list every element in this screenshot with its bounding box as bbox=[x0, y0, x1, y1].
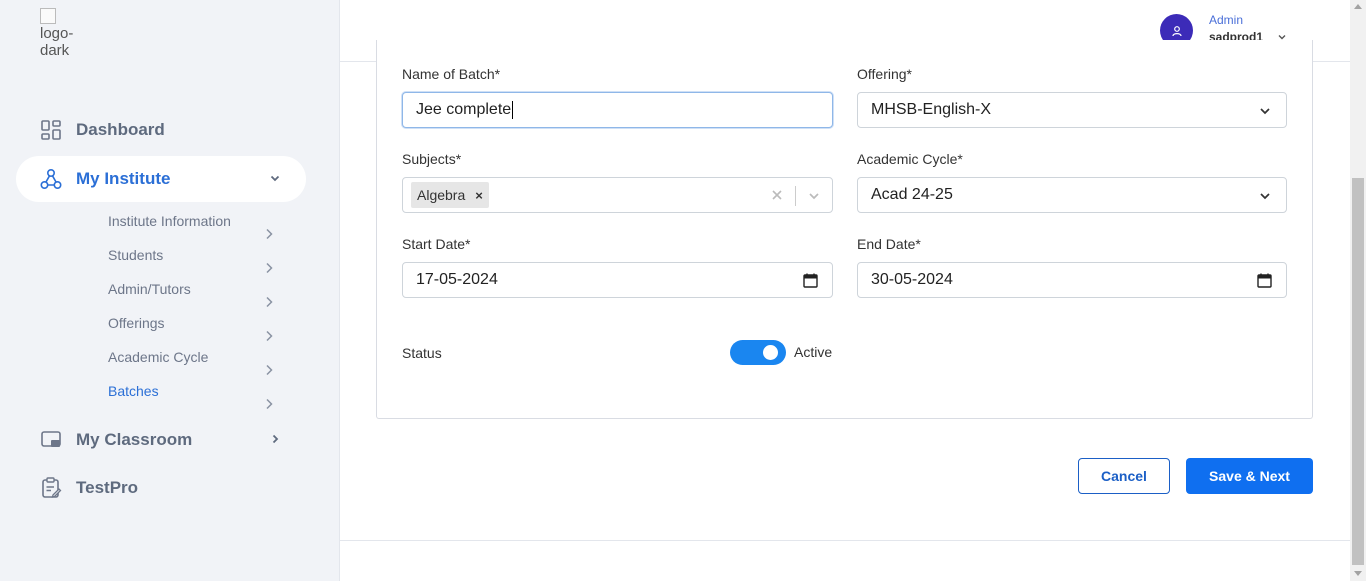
separator bbox=[795, 186, 796, 206]
status-label: Status bbox=[402, 345, 442, 361]
sidebar-item-testpro[interactable]: TestPro bbox=[16, 465, 306, 511]
chevron-right-icon[interactable] bbox=[263, 227, 275, 241]
chevron-right-icon[interactable] bbox=[263, 295, 275, 309]
sidebar-item-label: Dashboard bbox=[76, 120, 165, 139]
sidebar-subitem-institute-information[interactable]: Institute Information bbox=[108, 213, 231, 229]
logo-alt-text: logo-dark bbox=[40, 25, 74, 56]
footer-divider bbox=[340, 540, 1350, 541]
broken-image-icon bbox=[40, 8, 56, 24]
cancel-button[interactable]: Cancel bbox=[1078, 458, 1170, 494]
sidebar-item-my-classroom[interactable]: My Classroom bbox=[16, 417, 306, 463]
chevron-right-icon bbox=[272, 434, 279, 444]
sidebar-item-dashboard[interactable]: Dashboard bbox=[16, 107, 306, 153]
batch-name-label: Name of Batch* bbox=[402, 66, 501, 82]
sidebar: logo-dark Dashboard My Institute Institu… bbox=[0, 0, 340, 581]
batch-name-value: Jee complete bbox=[416, 101, 512, 118]
sidebar-subitem-students[interactable]: Students bbox=[108, 247, 163, 263]
chevron-right-icon[interactable] bbox=[263, 397, 275, 411]
sidebar-subitem-offerings[interactable]: Offerings bbox=[108, 315, 165, 331]
scroll-down-icon[interactable] bbox=[1354, 571, 1362, 576]
chevron-right-icon[interactable] bbox=[263, 261, 275, 275]
start-date-label: Start Date* bbox=[402, 236, 471, 252]
toggle-knob bbox=[763, 345, 778, 360]
user-icon bbox=[1171, 25, 1182, 36]
offering-value: MHSB-English-X bbox=[871, 101, 992, 118]
status-toggle[interactable] bbox=[730, 340, 786, 365]
end-date-input[interactable]: 30-05-2024 bbox=[857, 262, 1287, 298]
chevron-down-icon bbox=[1260, 108, 1270, 115]
batch-name-input[interactable]: Jee complete bbox=[402, 92, 833, 128]
text-cursor bbox=[512, 101, 514, 119]
sidebar-subitem-academic-cycle[interactable]: Academic Cycle bbox=[108, 349, 208, 365]
sidebar-item-label: My Institute bbox=[76, 169, 171, 188]
subjects-label: Subjects* bbox=[402, 151, 462, 167]
chevron-right-icon[interactable] bbox=[263, 329, 275, 343]
chevron-right-icon[interactable] bbox=[263, 363, 275, 377]
start-date-value: 17-05-2024 bbox=[416, 271, 498, 288]
offering-select[interactable]: MHSB-English-X bbox=[857, 92, 1287, 128]
page-scrollbar[interactable] bbox=[1350, 0, 1366, 581]
sidebar-subitem-admin-tutors[interactable]: Admin/Tutors bbox=[108, 281, 191, 297]
offering-label: Offering* bbox=[857, 66, 912, 82]
sidebar-item-my-institute[interactable]: My Institute bbox=[16, 156, 306, 202]
calendar-icon[interactable] bbox=[1257, 273, 1272, 288]
academic-cycle-select[interactable]: Acad 24-25 bbox=[857, 177, 1287, 213]
start-date-input[interactable]: 17-05-2024 bbox=[402, 262, 833, 298]
remove-tag-icon[interactable]: × bbox=[475, 188, 483, 203]
sidebar-subitem-batches[interactable]: Batches bbox=[108, 383, 159, 399]
scroll-up-icon[interactable] bbox=[1354, 4, 1362, 9]
dashboard-grid-icon bbox=[41, 120, 61, 140]
subject-tag-label: Algebra bbox=[417, 187, 466, 203]
status-value: Active bbox=[794, 344, 833, 360]
academic-cycle-value: Acad 24-25 bbox=[871, 186, 953, 203]
end-date-value: 30-05-2024 bbox=[871, 271, 953, 288]
classroom-icon bbox=[41, 431, 61, 447]
calendar-icon[interactable] bbox=[803, 273, 818, 288]
sidebar-item-label: TestPro bbox=[76, 478, 139, 497]
chevron-down-icon[interactable] bbox=[807, 189, 821, 203]
subject-tag: Algebra × bbox=[411, 182, 489, 208]
subjects-multiselect[interactable]: Algebra × bbox=[402, 177, 833, 213]
end-date-label: End Date* bbox=[857, 236, 921, 252]
clear-icon[interactable] bbox=[770, 188, 784, 202]
scroll-thumb[interactable] bbox=[1352, 178, 1364, 565]
chevron-down-icon bbox=[1260, 193, 1270, 200]
chevron-down-icon bbox=[270, 175, 280, 182]
save-next-button[interactable]: Save & Next bbox=[1186, 458, 1313, 494]
academic-cycle-label: Academic Cycle* bbox=[857, 151, 963, 167]
sidebar-item-label: My Classroom bbox=[76, 430, 193, 449]
clipboard-icon bbox=[42, 477, 62, 498]
organization-icon bbox=[40, 168, 62, 190]
logo[interactable]: logo-dark bbox=[40, 8, 80, 56]
user-role: Admin bbox=[1209, 13, 1244, 27]
